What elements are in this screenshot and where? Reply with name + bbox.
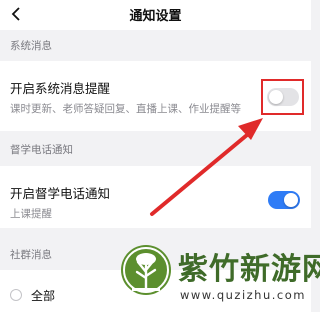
- watermark-title: 紫竹新游网: [178, 252, 320, 287]
- bamboo-tree-logo-icon: [121, 245, 171, 295]
- watermark-url: www.quzizhu.com: [180, 288, 306, 302]
- watermark: 紫竹新游网 www.quzizhu.com: [118, 238, 320, 310]
